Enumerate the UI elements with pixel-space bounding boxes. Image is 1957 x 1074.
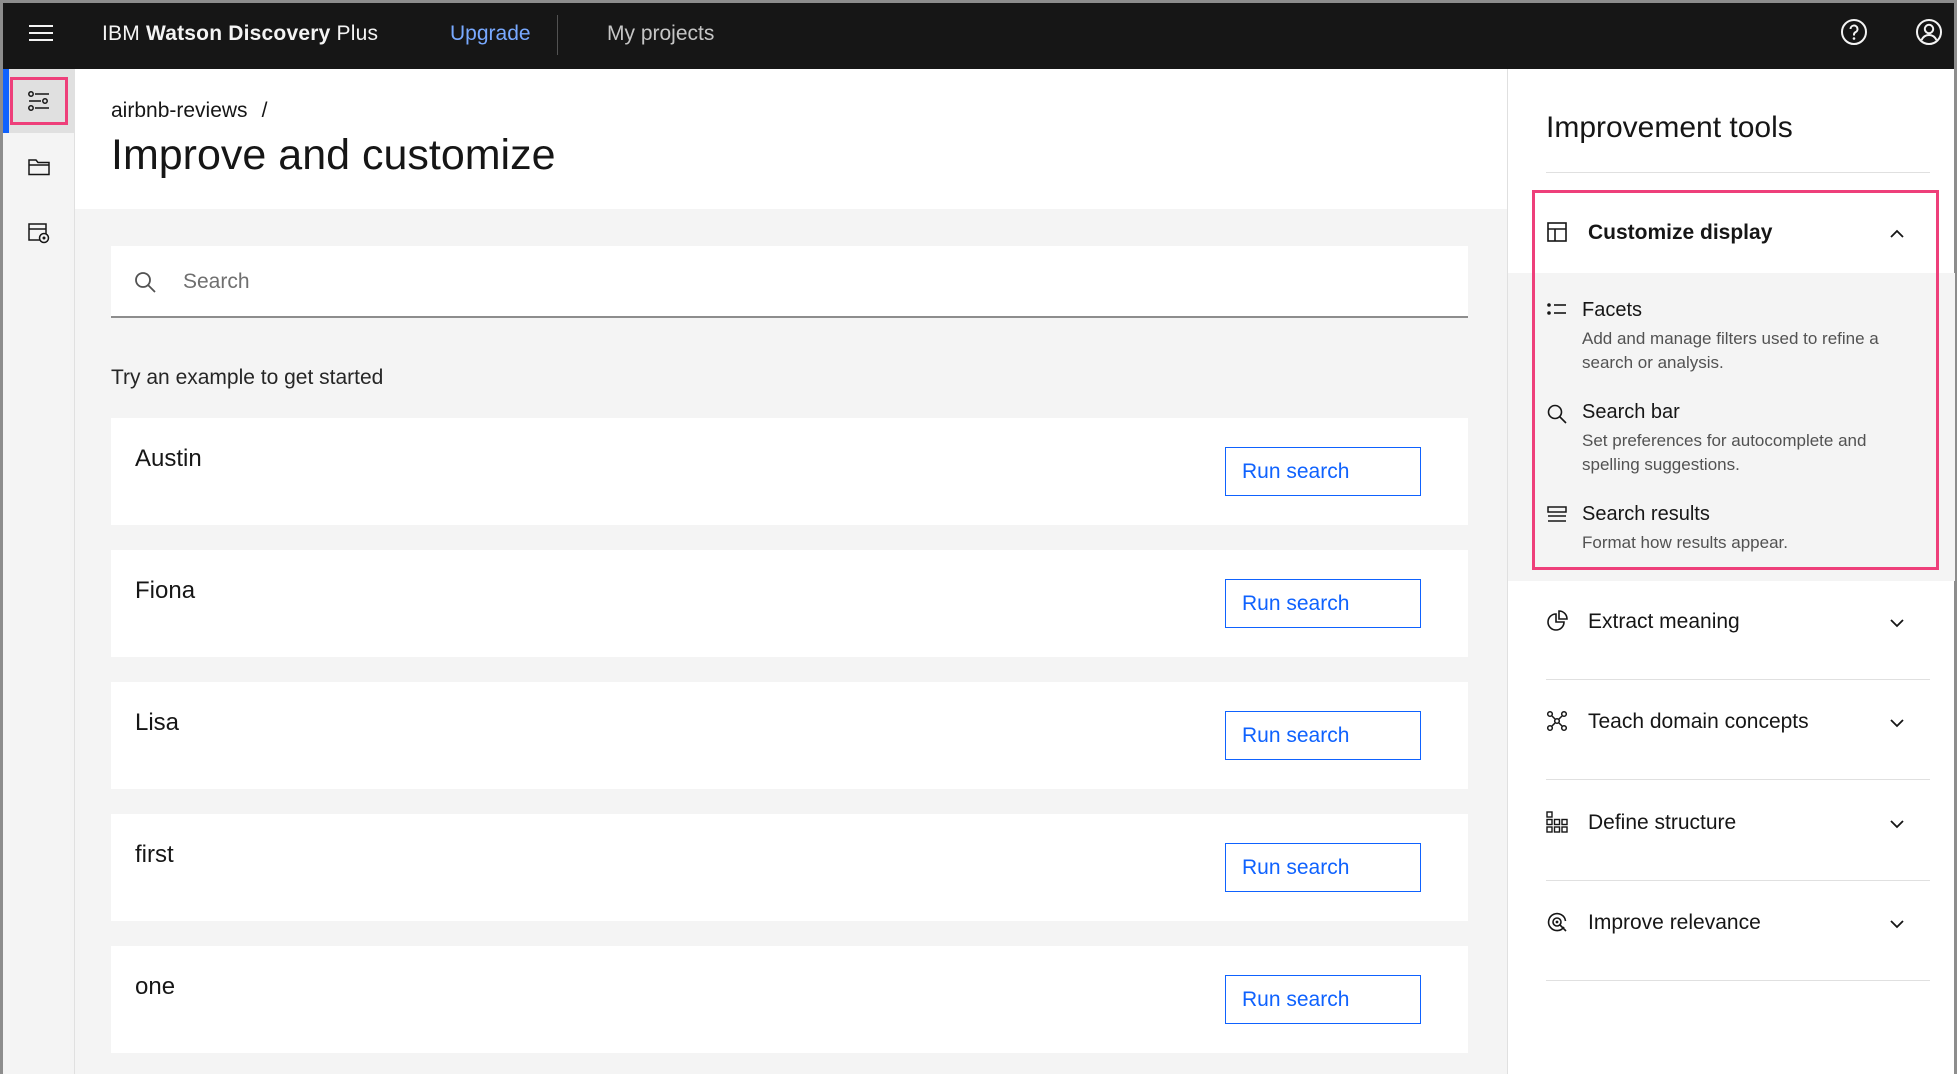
brand-suffix: Plus [336,22,379,45]
improvement-tools-panel: Improvement tools Customize display Face… [1507,69,1955,1074]
user-icon[interactable] [1914,17,1944,47]
example-card: one Run search [111,946,1468,1053]
main-content: airbnb-reviews / Improve and customize Tr… [75,69,1507,1074]
example-card: Austin Run search [111,418,1468,525]
brand-prefix: IBM [102,22,140,45]
example-query: Fiona [135,577,196,604]
nav-improve-customize[interactable] [3,69,75,133]
run-search-button[interactable]: Run search [1225,579,1421,628]
target-relevance-icon [1547,912,1567,932]
breadcrumb: airbnb-reviews / [111,99,267,123]
accordion-extract-meaning[interactable]: Extract meaning [1546,592,1930,652]
example-card: Fiona Run search [111,550,1468,657]
example-card: Lisa Run search [111,682,1468,789]
search-icon [135,272,156,293]
example-query: one [135,973,176,1000]
brand-name: Watson Discovery [145,22,331,45]
example-card: first Run search [111,814,1468,921]
run-search-button[interactable]: Run search [1225,975,1421,1024]
data-settings-icon [28,223,50,244]
rail-highlight-box [10,77,68,125]
help-icon[interactable] [1839,17,1869,47]
chevron-down-icon [1890,820,1904,829]
upgrade-link[interactable]: Upgrade [450,22,531,46]
chevron-down-icon [1890,619,1904,628]
folder-icon [28,159,50,176]
accordion-teach-domain-concepts[interactable]: Teach domain concepts [1546,692,1930,752]
accordion-divider [1546,980,1930,981]
grid-structure-icon [1546,811,1568,833]
product-name: IBM Watson Discovery Plus [102,22,378,46]
example-query: Lisa [135,709,180,736]
nav-manage-collections[interactable] [3,135,75,199]
run-search-button[interactable]: Run search [1225,447,1421,496]
example-query: Austin [135,445,202,472]
accordion-define-structure[interactable]: Define structure [1546,793,1930,853]
header-divider [557,15,558,55]
accordion-label: Define structure [1588,811,1737,834]
customize-highlight-box [1532,190,1939,570]
accordion-label: Teach domain concepts [1588,710,1809,733]
search-field[interactable] [111,246,1468,318]
accordion-label: Improve relevance [1588,911,1761,934]
accordion-divider [1546,779,1930,780]
chevron-down-icon [1890,719,1904,728]
breadcrumb-separator: / [261,99,268,122]
top-header: IBM Watson Discovery Plus Upgrade My pro… [3,3,1954,69]
accordion-divider [1546,880,1930,881]
run-search-button[interactable]: Run search [1225,843,1421,892]
accordion-divider [1546,679,1930,680]
chart-pie-icon [1547,610,1568,631]
examples-area: Try an example to get started Austin Run… [75,209,1507,1074]
page-title: Improve and customize [111,131,556,179]
examples-heading: Try an example to get started [111,366,384,389]
menu-icon[interactable] [27,19,57,49]
accordion-improve-relevance[interactable]: Improve relevance [1546,893,1930,953]
breadcrumb-project[interactable]: airbnb-reviews [111,99,248,122]
chevron-down-icon [1890,920,1904,929]
panel-divider [1546,172,1930,173]
search-input[interactable] [181,262,1441,302]
nav-integrate-deploy[interactable] [3,201,75,265]
example-query: first [135,841,174,868]
my-projects-link[interactable]: My projects [607,22,714,46]
network-icon [1546,710,1568,732]
run-search-button[interactable]: Run search [1225,711,1421,760]
panel-title: Improvement tools [1546,111,1793,144]
left-nav-rail [3,69,75,1074]
accordion-label: Extract meaning [1588,610,1740,633]
